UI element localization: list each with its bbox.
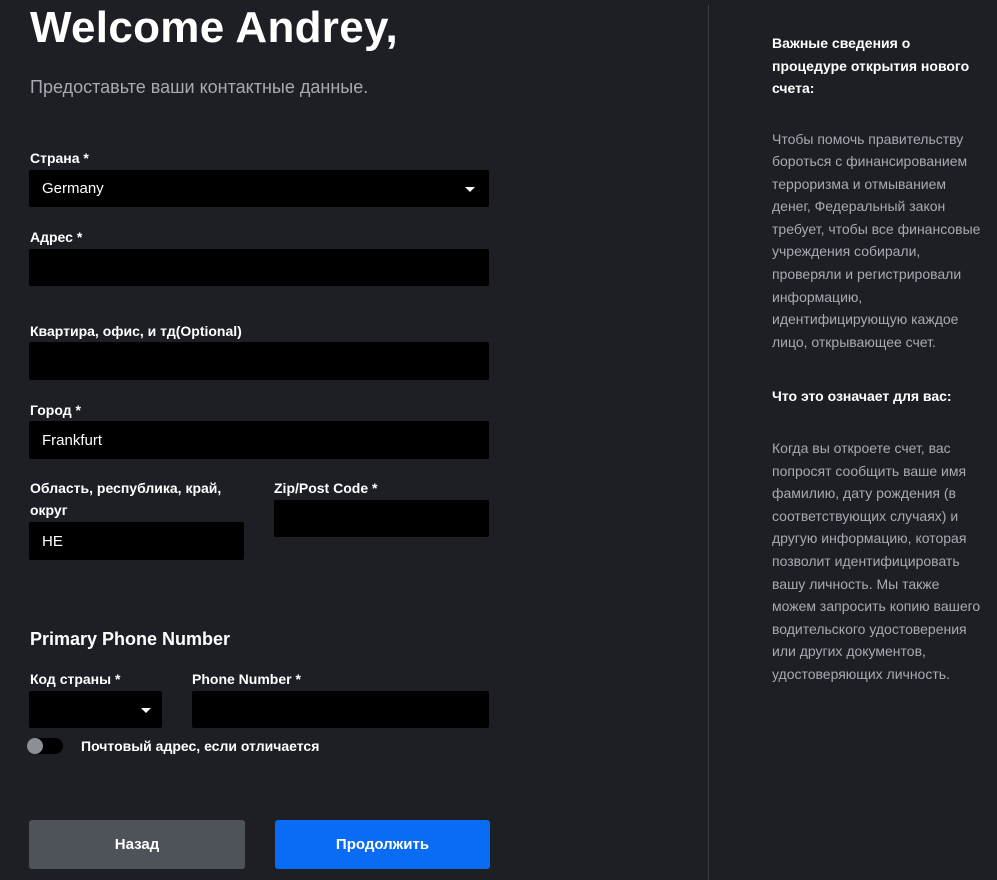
page-subtitle: Предоставьте ваши контактные данные. xyxy=(30,77,369,97)
address-label: Адрес * xyxy=(30,229,83,245)
phone-number-label: Phone Number * xyxy=(192,671,301,687)
country-select[interactable]: Germany xyxy=(29,170,489,207)
zip-label: Zip/Post Code * xyxy=(274,480,378,496)
apartment-label: Квартира, офис, и тд(Optional) xyxy=(30,323,242,339)
back-button[interactable]: Назад xyxy=(29,820,245,869)
page-title: Welcome Andrey, xyxy=(30,3,399,52)
apartment-input[interactable] xyxy=(29,342,489,380)
city-label: Город * xyxy=(30,402,81,418)
zip-input[interactable] xyxy=(274,500,489,537)
country-label: Страна * xyxy=(30,150,89,166)
mailing-address-toggle-label: Почтовый адрес, если отличается xyxy=(81,738,320,754)
info-title-account-procedure: Важные сведения о процедуре открытия нов… xyxy=(772,35,970,96)
region-input[interactable] xyxy=(29,522,244,560)
toggle-knob xyxy=(27,738,43,754)
country-code-label: Код страны * xyxy=(30,671,121,687)
panel-divider xyxy=(708,5,709,880)
region-label: Область, республика, край, округ xyxy=(30,480,222,518)
info-text-account-procedure: Чтобы помочь правительству бороться с фи… xyxy=(772,130,981,350)
address-input[interactable] xyxy=(29,249,489,286)
country-code-select[interactable] xyxy=(29,691,162,728)
mailing-address-toggle[interactable] xyxy=(27,738,63,754)
caret-down-icon xyxy=(465,186,475,192)
info-panel: Важные сведения о процедуре открытия нов… xyxy=(772,32,982,685)
caret-down-icon xyxy=(141,707,151,713)
info-title-what-it-means: Что это означает для вас: xyxy=(772,388,952,405)
country-select-value: Germany xyxy=(42,180,104,197)
info-text-what-it-means: Когда вы откроете счет, вас попросят соо… xyxy=(772,439,981,682)
phone-section-heading: Primary Phone Number xyxy=(30,629,231,649)
continue-button[interactable]: Продолжить xyxy=(275,820,490,869)
phone-number-input[interactable] xyxy=(192,691,489,728)
city-input[interactable] xyxy=(29,421,489,459)
